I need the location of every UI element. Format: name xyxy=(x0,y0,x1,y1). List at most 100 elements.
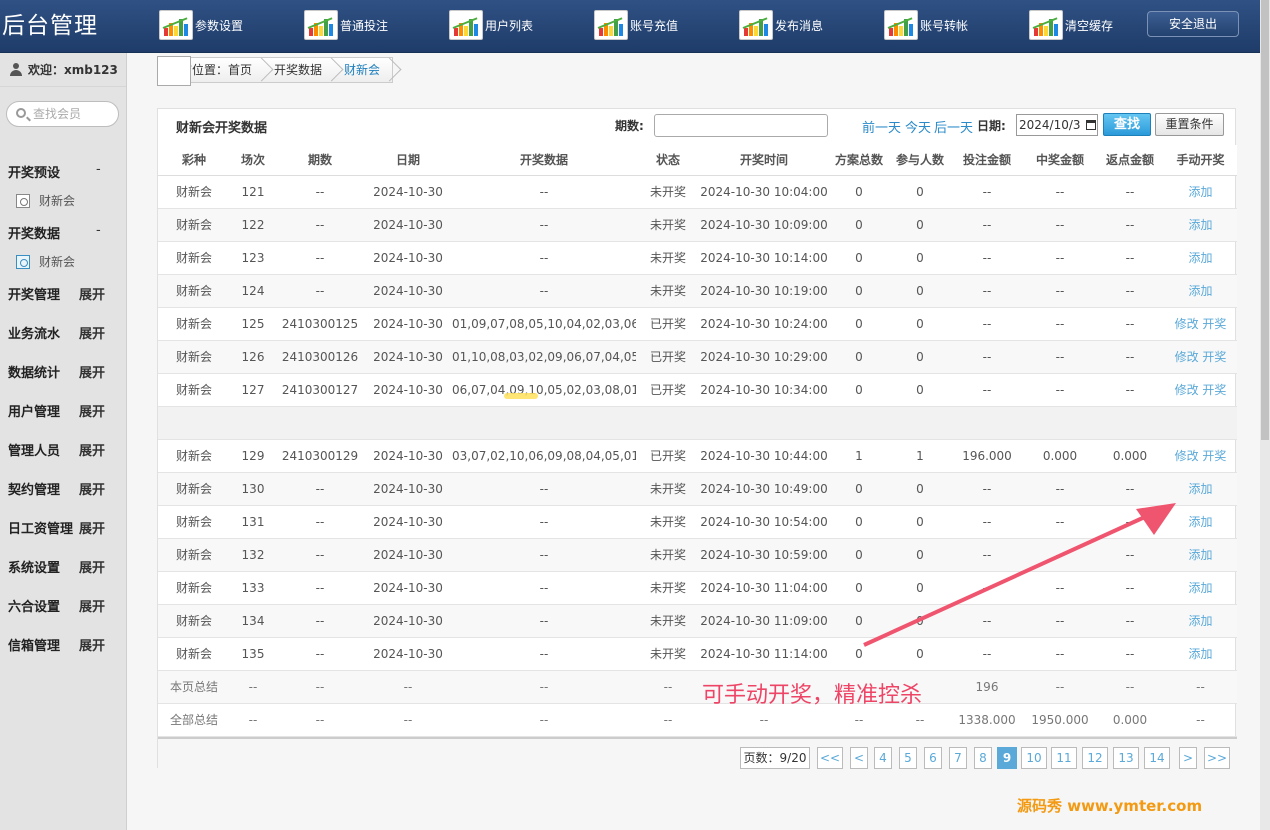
logout-button[interactable]: 安全退出 xyxy=(1147,11,1239,37)
sidebar-group-label: 开奖预设 xyxy=(8,166,61,181)
sidebar-subitem-1[interactable]: 财新会 xyxy=(16,253,75,270)
table-cell: 127 xyxy=(230,373,276,407)
breadcrumb-level2[interactable]: 开奖数据 xyxy=(264,58,334,82)
prev-page-button[interactable]: < xyxy=(850,747,868,769)
draw-link[interactable]: 开奖 xyxy=(1202,317,1226,331)
last-page-button[interactable]: >> xyxy=(1204,747,1230,769)
sidebar-group-7[interactable]: 契约管理 展开 xyxy=(8,479,118,498)
sidebar-group-toggle[interactable]: 展开 xyxy=(79,401,105,420)
sidebar-group-toggle[interactable]: 展开 xyxy=(79,479,105,498)
draw-link[interactable]: 开奖 xyxy=(1202,383,1226,397)
calendar-icon[interactable] xyxy=(1086,120,1096,130)
page-button-4[interactable]: 4 xyxy=(874,747,892,769)
edit-link[interactable]: 修改 xyxy=(1175,449,1199,463)
draw-link[interactable]: 开奖 xyxy=(1202,350,1226,364)
breadcrumb-level3[interactable]: 财新会 xyxy=(334,58,392,82)
reset-button[interactable]: 重置条件 xyxy=(1155,113,1224,136)
add-link[interactable]: 添加 xyxy=(1188,284,1212,298)
table-cell: 03,07,02,10,06,09,08,04,05,01 xyxy=(452,439,636,473)
table-cell: -- xyxy=(950,274,1024,308)
today-link[interactable]: 今天 xyxy=(905,117,931,136)
sidebar-group-toggle[interactable]: 展开 xyxy=(79,323,105,342)
table-cell: 2410300125 xyxy=(276,307,364,341)
summary-cell: -- xyxy=(1096,670,1164,704)
sidebar-group-9[interactable]: 系统设置 展开 xyxy=(8,557,118,576)
sidebar-group-6[interactable]: 管理人员 展开 xyxy=(8,440,118,459)
sidebar-group-label: 六合设置 xyxy=(8,600,61,615)
table-cell: 添加 xyxy=(1164,175,1237,209)
topnav-item-4[interactable]: 发布消息 xyxy=(739,8,823,42)
topnav-item-0[interactable]: 参数设置 xyxy=(159,8,243,42)
page-button-6[interactable]: 6 xyxy=(924,747,942,769)
topnav-item-6[interactable]: 清空缓存 xyxy=(1029,8,1113,42)
date-input[interactable]: 2024/10/3 xyxy=(1016,114,1098,136)
table-cell: -- xyxy=(1024,241,1096,275)
sidebar-group-toggle[interactable]: 展开 xyxy=(79,362,105,381)
edit-link[interactable]: 修改 xyxy=(1175,350,1199,364)
sidebar-group-5[interactable]: 用户管理 展开 xyxy=(8,401,118,420)
sidebar-group-toggle[interactable]: 展开 xyxy=(79,440,105,459)
page-button-8[interactable]: 8 xyxy=(974,747,992,769)
add-link[interactable]: 添加 xyxy=(1188,482,1212,496)
member-search-input[interactable] xyxy=(33,105,115,123)
sidebar-group-toggle[interactable]: 展开 xyxy=(79,596,105,615)
sidebar-group-10[interactable]: 六合设置 展开 xyxy=(8,596,118,615)
table-cell: 0 xyxy=(828,208,890,242)
scrollbar-thumb[interactable] xyxy=(1261,0,1269,440)
find-button[interactable]: 查找 xyxy=(1103,113,1151,136)
sidebar-group-11[interactable]: 信箱管理 展开 xyxy=(8,635,118,654)
table-cell: 0 xyxy=(890,208,950,242)
add-link[interactable]: 添加 xyxy=(1188,185,1212,199)
page-button-11[interactable]: 11 xyxy=(1051,747,1077,769)
add-link[interactable]: 添加 xyxy=(1188,548,1212,562)
topnav-item-3[interactable]: 账号充值 xyxy=(594,8,678,42)
prev-day-link[interactable]: 前一天 xyxy=(862,117,901,136)
next-page-button[interactable]: > xyxy=(1179,747,1197,769)
topnav-label: 账号充值 xyxy=(630,18,679,33)
table-cell: 196.000 xyxy=(950,439,1024,473)
topnav-item-2[interactable]: 用户列表 xyxy=(449,8,533,42)
first-page-button[interactable]: << xyxy=(817,747,843,769)
table-cell: -- xyxy=(276,274,364,308)
add-link[interactable]: 添加 xyxy=(1188,218,1212,232)
edit-link[interactable]: 修改 xyxy=(1175,317,1199,331)
page-button-10[interactable]: 10 xyxy=(1021,747,1047,769)
sidebar-group-toggle[interactable]: 展开 xyxy=(79,518,105,537)
add-link[interactable]: 添加 xyxy=(1188,581,1212,595)
sidebar-group-4[interactable]: 数据统计 展开 xyxy=(8,362,118,381)
sidebar-group-2[interactable]: 开奖管理 展开 xyxy=(8,284,118,303)
page-button-13[interactable]: 13 xyxy=(1113,747,1139,769)
table-cell: 财新会 xyxy=(158,604,230,638)
member-search[interactable] xyxy=(6,101,119,127)
add-link[interactable]: 添加 xyxy=(1188,647,1212,661)
add-link[interactable]: 添加 xyxy=(1188,515,1212,529)
table-row: 财新会 125 2410300125 2024-10-30 01,09,07,08,05… xyxy=(158,307,1237,341)
add-link[interactable]: 添加 xyxy=(1188,251,1212,265)
sidebar-group-toggle[interactable]: - xyxy=(96,223,101,238)
sidebar-group-toggle[interactable]: - xyxy=(96,162,101,177)
table-cell: -- xyxy=(1096,373,1164,407)
next-day-link[interactable]: 后一天 xyxy=(934,117,973,136)
table-cell: 2024-10-30 10:14:00 xyxy=(700,241,828,275)
sidebar-group-8[interactable]: 日工资管理 展开 xyxy=(8,518,118,537)
topnav-item-1[interactable]: 普通投注 xyxy=(304,8,388,42)
sidebar-group-label: 管理人员 xyxy=(8,444,61,459)
page-button-9[interactable]: 9 xyxy=(997,747,1017,769)
sidebar-group-1[interactable]: 开奖数据 - xyxy=(8,223,118,242)
page-button-12[interactable]: 12 xyxy=(1082,747,1108,769)
sidebar-group-3[interactable]: 业务流水 展开 xyxy=(8,323,118,342)
sidebar-group-0[interactable]: 开奖预设 - xyxy=(8,162,118,181)
table-cell: 2024-10-30 xyxy=(364,274,452,308)
add-link[interactable]: 添加 xyxy=(1188,614,1212,628)
sidebar-subitem-0[interactable]: 财新会 xyxy=(16,192,75,209)
page-button-5[interactable]: 5 xyxy=(899,747,917,769)
sidebar-group-toggle[interactable]: 展开 xyxy=(79,635,105,654)
edit-link[interactable]: 修改 xyxy=(1175,383,1199,397)
page-button-14[interactable]: 14 xyxy=(1144,747,1170,769)
topnav-item-5[interactable]: 账号转帐 xyxy=(884,8,968,42)
sidebar-group-toggle[interactable]: 展开 xyxy=(79,284,105,303)
sidebar-group-toggle[interactable]: 展开 xyxy=(79,557,105,576)
period-input[interactable] xyxy=(654,114,828,137)
draw-link[interactable]: 开奖 xyxy=(1202,449,1226,463)
page-button-7[interactable]: 7 xyxy=(949,747,967,769)
